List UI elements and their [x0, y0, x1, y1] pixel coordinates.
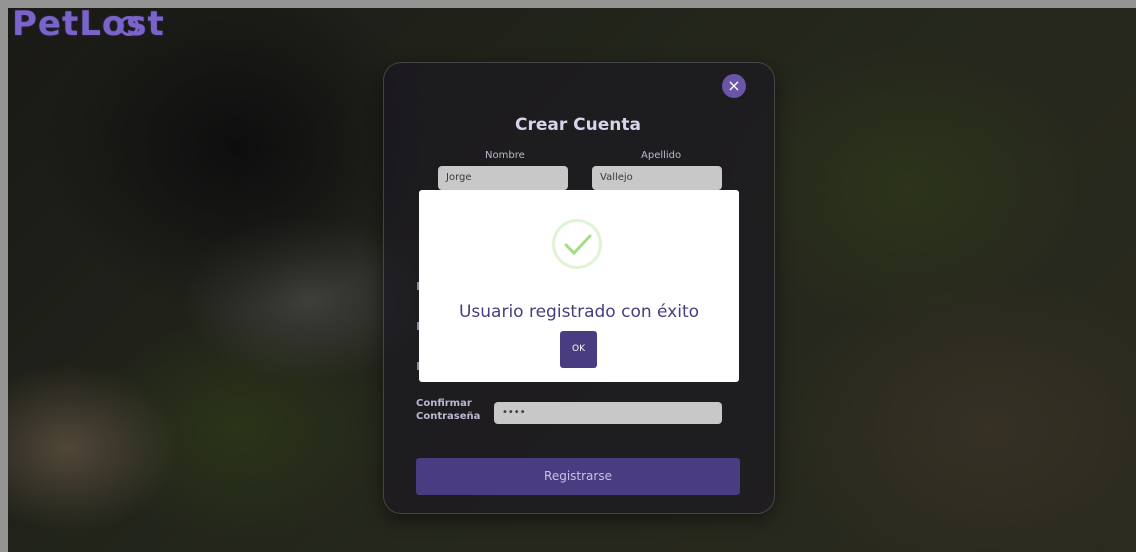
label-confirmar: Confirmar Contraseña	[416, 398, 481, 422]
ok-button[interactable]: OK	[560, 331, 597, 368]
check-icon	[552, 219, 602, 269]
check-icon-mark	[564, 234, 592, 256]
alert-message: Usuario registrado con éxito	[458, 302, 700, 322]
close-button[interactable]: ×	[722, 74, 746, 98]
logo[interactable]: PetLost	[12, 4, 165, 44]
label-nombre: Nombre	[485, 150, 525, 161]
nombre-input[interactable]: Jorge	[438, 166, 568, 190]
form-title: Crear Cuenta	[515, 115, 641, 135]
magnifier-icon	[119, 16, 139, 36]
apellido-input[interactable]: Vallejo	[592, 166, 722, 190]
confirm-password-input[interactable]: ••••	[494, 402, 722, 424]
label-apellido: Apellido	[641, 150, 682, 161]
register-button[interactable]: Registrarse	[416, 458, 740, 495]
